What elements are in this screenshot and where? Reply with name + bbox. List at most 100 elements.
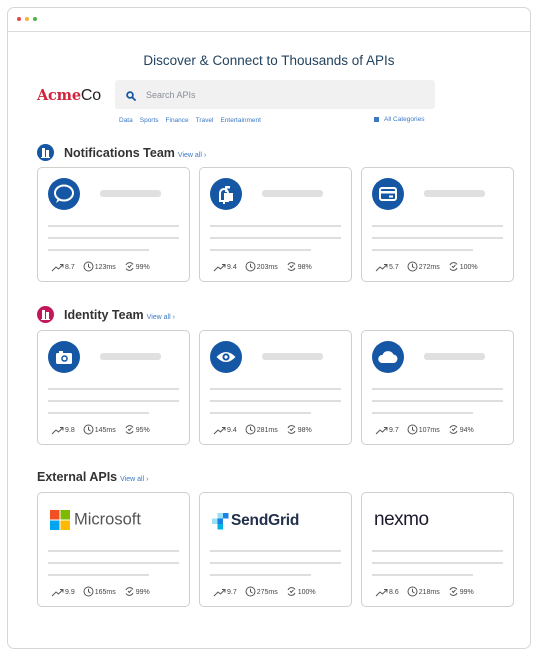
maximize-window-dot[interactable]	[33, 17, 37, 21]
api-card[interactable]: Microsoft 9.9 165ms 99%	[37, 492, 190, 607]
trend-up-icon	[375, 589, 388, 597]
all-categories-link[interactable]: All Categories	[374, 116, 424, 123]
browser-window: Discover & Connect to Thousands of APIs …	[7, 7, 531, 649]
clock-icon	[245, 261, 256, 272]
latency-stat: 275ms	[245, 586, 278, 597]
view-all-link[interactable]: View all ›	[120, 476, 148, 483]
sendgrid-logo-icon	[212, 512, 229, 529]
api-card[interactable]: 5.7 272ms 100%	[361, 167, 514, 282]
description-placeholder	[372, 388, 503, 390]
acmeco-logo[interactable]: AcmeCo	[37, 87, 101, 105]
search-icon	[126, 88, 136, 106]
description-placeholder	[210, 400, 341, 402]
description-placeholder	[48, 562, 179, 564]
trend-up-icon	[51, 427, 64, 435]
microsoft-brand: Microsoft	[50, 510, 141, 530]
clock-icon	[407, 586, 418, 597]
trend-up-icon	[375, 427, 388, 435]
notifications-team-badge-icon	[37, 144, 54, 161]
api-card[interactable]: 9.7 107ms 94%	[361, 330, 514, 445]
description-placeholder	[210, 237, 341, 239]
window-titlebar	[8, 8, 530, 32]
uptime-refresh-icon	[125, 425, 134, 434]
description-placeholder	[48, 412, 149, 414]
chat-bubble-icon	[48, 178, 80, 210]
uptime-stat: 99%	[124, 261, 150, 272]
uptime-refresh-icon	[125, 262, 134, 271]
search-bar[interactable]	[115, 80, 435, 109]
section-title-identity-team: Identity Team View all ›	[64, 308, 175, 322]
page-headline: Discover & Connect to Thousands of APIs	[143, 53, 395, 68]
latency-stat: 218ms	[407, 586, 440, 597]
search-input[interactable]	[146, 80, 426, 109]
popularity-stat: 8.7	[51, 263, 75, 272]
api-stats: 9.7 107ms 94%	[375, 424, 482, 435]
uptime-refresh-icon	[287, 262, 296, 271]
api-stats: 9.4 203ms 98%	[213, 261, 320, 272]
popularity-stat: 9.8	[51, 426, 75, 435]
api-card[interactable]: 9.4 203ms 98%	[199, 167, 352, 282]
latency-stat: 145ms	[83, 424, 116, 435]
description-placeholder	[372, 400, 503, 402]
popularity-stat: 8.6	[375, 588, 399, 597]
latency-stat: 107ms	[407, 424, 440, 435]
api-title-placeholder	[262, 190, 323, 197]
uptime-stat: 94%	[448, 424, 474, 435]
latency-stat: 272ms	[407, 261, 440, 272]
api-card[interactable]: nexmo 8.6 218ms 99%	[361, 492, 514, 607]
description-placeholder	[210, 550, 341, 552]
section-title-notifications-team: Notifications Team View all ›	[64, 146, 207, 160]
credit-card-icon	[372, 178, 404, 210]
view-all-link[interactable]: View all ›	[147, 314, 175, 321]
cloud-icon	[372, 341, 404, 373]
nexmo-logo-icon: nexmo	[374, 509, 429, 530]
trend-up-icon	[51, 264, 64, 272]
description-placeholder	[372, 237, 503, 239]
uptime-refresh-icon	[449, 425, 458, 434]
uptime-stat: 100%	[448, 261, 478, 272]
section-title-external-apis: External APIs View all ›	[37, 470, 149, 484]
close-window-dot[interactable]	[17, 17, 21, 21]
trend-up-icon	[213, 264, 226, 272]
description-placeholder	[372, 225, 503, 227]
latency-stat: 123ms	[83, 261, 116, 272]
description-placeholder	[210, 225, 341, 227]
category-link-data[interactable]: Data	[119, 117, 133, 124]
popularity-stat: 9.4	[213, 426, 237, 435]
api-title-placeholder	[424, 353, 485, 360]
api-card[interactable]: 9.4 281ms 98%	[199, 330, 352, 445]
description-placeholder	[48, 400, 179, 402]
sendgrid-brand: SendGrid	[212, 512, 299, 530]
api-title-placeholder	[100, 353, 161, 360]
description-placeholder	[48, 237, 179, 239]
api-stats: 9.8 145ms 95%	[51, 424, 158, 435]
camera-icon	[48, 341, 80, 373]
description-placeholder	[210, 412, 311, 414]
category-link-sports[interactable]: Sports	[140, 117, 159, 124]
latency-stat: 281ms	[245, 424, 278, 435]
api-card[interactable]: 9.8 145ms 95%	[37, 330, 190, 445]
api-card[interactable]: SendGrid 9.7 275ms 100%	[199, 492, 352, 607]
api-title-placeholder	[100, 190, 161, 197]
description-placeholder	[48, 550, 179, 552]
view-all-link[interactable]: View all ›	[178, 152, 206, 159]
category-link-finance[interactable]: Finance	[166, 117, 189, 124]
minimize-window-dot[interactable]	[25, 17, 29, 21]
nexmo-brand: nexmo	[374, 509, 429, 531]
clock-icon	[245, 586, 256, 597]
description-placeholder	[48, 388, 179, 390]
uptime-stat: 98%	[286, 424, 312, 435]
description-placeholder	[48, 249, 149, 251]
api-title-placeholder	[424, 190, 485, 197]
description-placeholder	[372, 249, 473, 251]
category-link-travel[interactable]: Travel	[196, 117, 214, 124]
popularity-stat: 9.7	[375, 426, 399, 435]
api-card[interactable]: 8.7 123ms 99%	[37, 167, 190, 282]
grid-icon	[374, 116, 379, 122]
category-links: Data Sports Finance Travel Entertainment	[119, 117, 268, 124]
description-placeholder	[210, 574, 311, 576]
category-link-entertainment[interactable]: Entertainment	[220, 117, 260, 124]
uptime-stat: 99%	[124, 586, 150, 597]
description-placeholder	[210, 562, 341, 564]
clock-icon	[407, 261, 418, 272]
